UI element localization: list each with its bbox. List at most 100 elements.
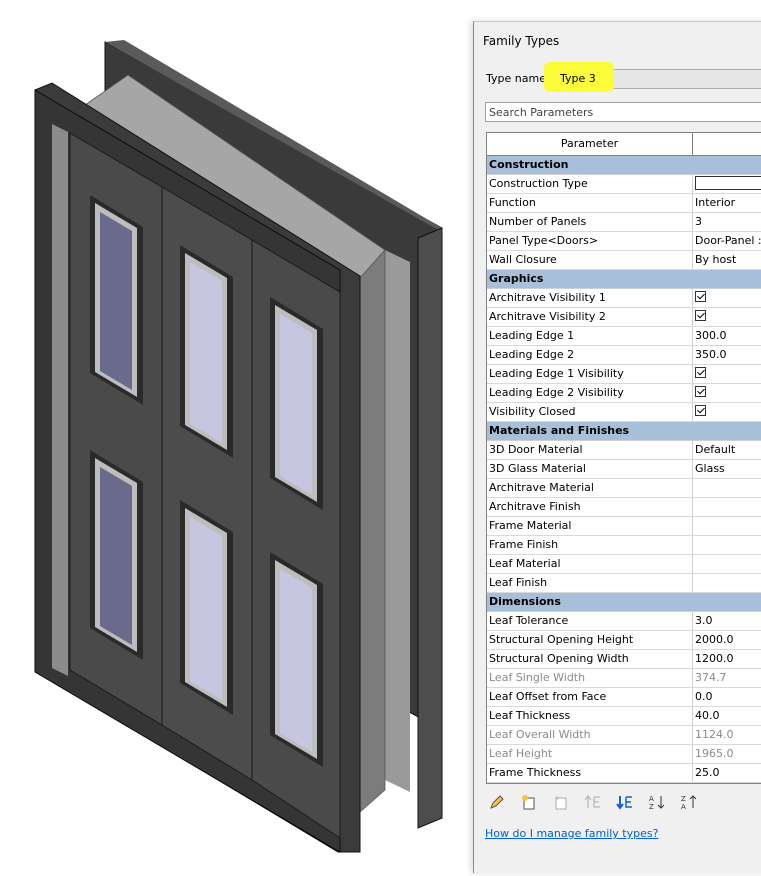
parameter-row[interactable]: Leaf Height 1965.0 (487, 745, 761, 764)
parameter-column-header[interactable]: Parameter (487, 133, 693, 155)
parameter-checkbox[interactable] (693, 384, 761, 402)
parameter-row[interactable]: Construction Type (487, 175, 761, 194)
pencil-icon[interactable] (486, 791, 508, 813)
parameter-row[interactable]: Leaf Single Width 374.7 (487, 669, 761, 688)
help-link[interactable]: How do I manage family types? (485, 827, 658, 840)
parameter-row[interactable]: Leading Edge 1 300.0 (487, 327, 761, 346)
parameter-name: Leaf Material (487, 555, 693, 573)
parameter-value[interactable]: Glass (693, 460, 761, 478)
move-down-icon[interactable] (614, 791, 636, 813)
parameter-row[interactable]: Function Interior (487, 194, 761, 213)
parameter-name: Leaf Offset from Face (487, 688, 693, 706)
move-up-icon[interactable] (582, 791, 604, 813)
checkbox-checked-icon[interactable] (695, 291, 706, 302)
search-parameters-input[interactable] (485, 102, 761, 122)
parameters-grid: Parameter Construction Construction Type… (486, 132, 761, 784)
parameter-row[interactable]: Leaf Material (487, 555, 761, 574)
parameter-row[interactable]: Structural Opening Width 1200.0 (487, 650, 761, 669)
parameter-row[interactable]: Leaf Offset from Face 0.0 (487, 688, 761, 707)
parameter-name: Leading Edge 1 (487, 327, 693, 345)
svg-text:Z: Z (649, 803, 654, 810)
parameter-value[interactable]: 1124.0 (693, 726, 761, 744)
parameter-row[interactable]: Architrave Finish (487, 498, 761, 517)
checkbox-checked-icon[interactable] (695, 386, 706, 397)
parameter-row[interactable]: Visibility Closed (487, 403, 761, 422)
parameter-row[interactable]: Architrave Visibility 1 (487, 289, 761, 308)
parameter-value[interactable] (693, 555, 761, 573)
parameter-value[interactable]: 1200.0 (693, 650, 761, 668)
duplicate-type-icon[interactable]: x (550, 791, 572, 813)
parameter-row[interactable]: Leading Edge 2 350.0 (487, 346, 761, 365)
checkbox-checked-icon[interactable] (695, 367, 706, 378)
parameter-row[interactable]: 3D Door Material Default (487, 441, 761, 460)
parameter-value[interactable]: Interior (693, 194, 761, 212)
checkbox-checked-icon[interactable] (695, 405, 706, 416)
parameter-name: Leading Edge 2 Visibility (487, 384, 693, 402)
parameter-value[interactable]: 350.0 (693, 346, 761, 364)
parameter-row[interactable]: Frame Thickness 25.0 (487, 764, 761, 783)
parameter-checkbox[interactable] (693, 308, 761, 326)
parameter-value[interactable] (693, 498, 761, 516)
parameter-value[interactable]: Default (693, 441, 761, 459)
parameter-row[interactable]: Architrave Material (487, 479, 761, 498)
parameter-checkbox[interactable] (693, 289, 761, 307)
parameter-value[interactable]: 0.0 (693, 688, 761, 706)
parameter-value[interactable]: By host (693, 251, 761, 269)
parameter-name: Leading Edge 1 Visibility (487, 365, 693, 383)
group-graphics[interactable]: Graphics (487, 270, 761, 289)
parameter-value[interactable] (693, 574, 761, 592)
parameter-row[interactable]: 3D Glass Material Glass (487, 460, 761, 479)
parameter-value[interactable] (693, 536, 761, 554)
value-column-header[interactable] (693, 133, 761, 155)
parameter-row[interactable]: Leaf Tolerance 3.0 (487, 612, 761, 631)
parameter-value[interactable] (693, 479, 761, 497)
parameter-value[interactable]: 374.7 (693, 669, 761, 687)
parameter-name: Leaf Height (487, 745, 693, 763)
parameter-row[interactable]: Leading Edge 1 Visibility (487, 365, 761, 384)
value-edit-box[interactable] (695, 176, 761, 190)
parameter-value[interactable] (693, 517, 761, 535)
group-construction[interactable]: Construction (487, 156, 761, 175)
sort-descending-icon[interactable]: ZA (678, 791, 700, 813)
parameter-row[interactable]: Leading Edge 2 Visibility (487, 384, 761, 403)
parameter-row[interactable]: Architrave Visibility 2 (487, 308, 761, 327)
parameter-checkbox[interactable] (693, 365, 761, 383)
door-3d-model (34, 40, 443, 853)
parameter-row[interactable]: Architrave Thickness50.0 (487, 783, 761, 784)
parameter-name: Architrave Visibility 2 (487, 308, 693, 326)
type-name-dropdown[interactable]: Type 3 (544, 62, 761, 92)
parameter-row[interactable]: Structural Opening Height 2000.0 (487, 631, 761, 650)
parameter-value[interactable]: 2000.0 (693, 631, 761, 649)
model-viewport[interactable] (0, 0, 472, 872)
parameter-row[interactable]: Wall Closure By host (487, 251, 761, 270)
new-type-icon[interactable] (518, 791, 540, 813)
parameter-value-input[interactable] (693, 175, 761, 193)
parameter-name: Structural Opening Width (487, 650, 693, 668)
checkbox-checked-icon[interactable] (695, 310, 706, 321)
parameter-value[interactable]: 3.0 (693, 612, 761, 630)
parameter-row[interactable]: Number of Panels 3 (487, 213, 761, 232)
grid-header: Parameter (487, 133, 761, 156)
type-name-label: Type name: (486, 72, 550, 85)
parameter-row[interactable]: Frame Material (487, 517, 761, 536)
parameter-row[interactable]: Leaf Thickness 40.0 (487, 707, 761, 726)
svg-text:x: x (555, 795, 559, 802)
group-dimensions[interactable]: Dimensions (487, 593, 761, 612)
parameter-value[interactable]: 25.0 (693, 764, 761, 782)
parameter-value[interactable]: 1965.0 (693, 745, 761, 763)
parameter-name: Architrave Visibility 1 (487, 289, 693, 307)
parameter-value[interactable]: Door-Panel : (693, 232, 761, 250)
parameter-name: Architrave Finish (487, 498, 693, 516)
parameter-checkbox[interactable] (693, 403, 761, 421)
parameter-value[interactable]: 40.0 (693, 707, 761, 725)
parameter-value[interactable]: 300.0 (693, 327, 761, 345)
parameter-row[interactable]: Leaf Finish (487, 574, 761, 593)
parameter-row[interactable]: Panel Type<Doors> Door-Panel : (487, 232, 761, 251)
parameter-name: Visibility Closed (487, 403, 693, 421)
sort-ascending-icon[interactable]: AZ (646, 791, 668, 813)
parameter-row[interactable]: Leaf Overall Width 1124.0 (487, 726, 761, 745)
parameter-row[interactable]: Frame Finish (487, 536, 761, 555)
parameter-value[interactable]: 3 (693, 213, 761, 231)
group-materials[interactable]: Materials and Finishes (487, 422, 761, 441)
parameter-value[interactable]: 50.0 (693, 783, 761, 784)
